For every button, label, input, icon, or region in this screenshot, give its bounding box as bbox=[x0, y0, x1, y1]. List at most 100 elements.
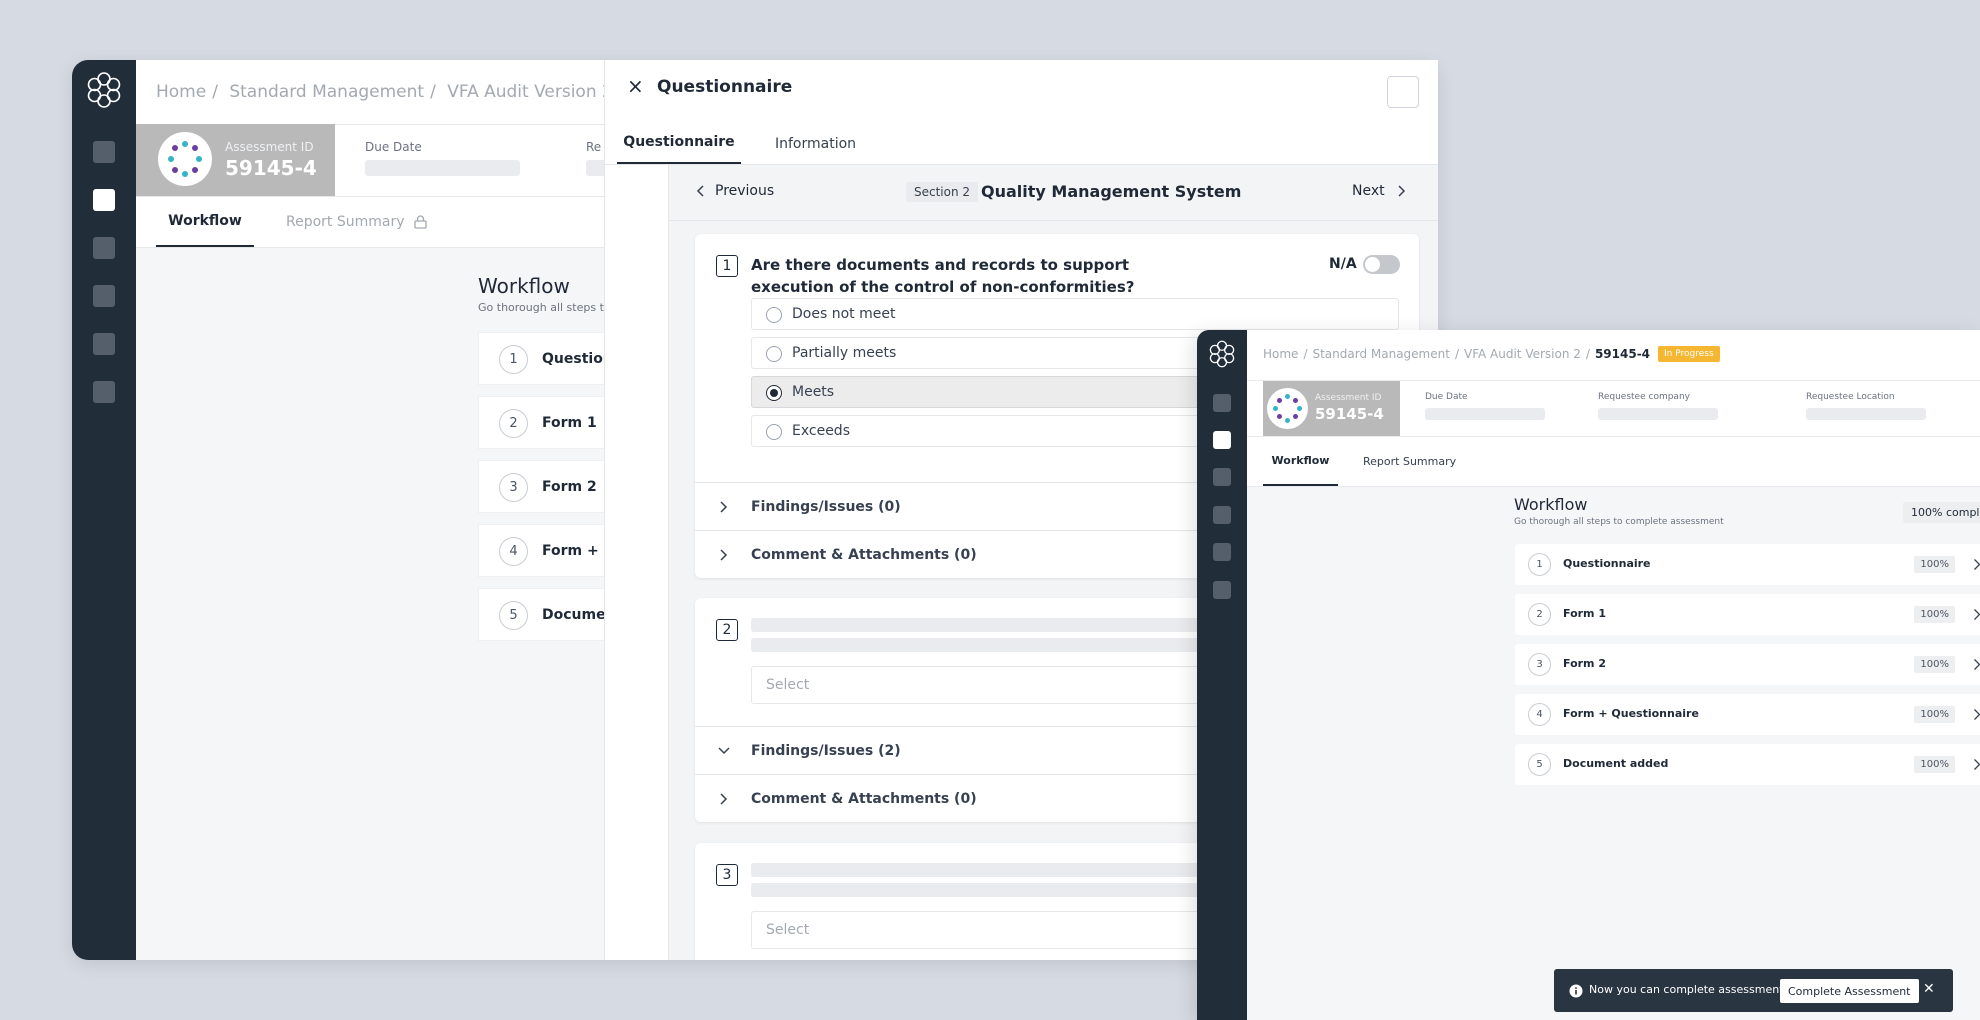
nav-item-1[interactable] bbox=[93, 141, 115, 163]
breadcrumb-audit[interactable]: VFA Audit Version 2 bbox=[447, 82, 613, 102]
step-label: Form 1 bbox=[542, 415, 597, 431]
nav-item-5[interactable] bbox=[93, 333, 115, 355]
requestee-location-label: Requestee Location bbox=[1806, 392, 1895, 402]
assessment-id-label: Assessment ID bbox=[225, 140, 314, 154]
question-number: 2 bbox=[716, 619, 738, 641]
nav-item-5[interactable] bbox=[1213, 543, 1231, 561]
sidebar bbox=[72, 60, 136, 960]
assessment-id-label: Assessment ID bbox=[1315, 393, 1382, 403]
workflow-step[interactable]: 2 Form 1 100% bbox=[1515, 594, 1980, 635]
breadcrumb-audit[interactable]: VFA Audit Version 2 bbox=[1464, 347, 1581, 361]
chevron-right-icon bbox=[1974, 559, 1980, 570]
nav-item-2[interactable] bbox=[1213, 431, 1231, 449]
step-number: 5 bbox=[499, 601, 528, 630]
close-icon[interactable]: × bbox=[627, 74, 644, 98]
breadcrumb-home[interactable]: Home bbox=[1263, 347, 1298, 361]
chevron-right-icon bbox=[720, 501, 728, 513]
tab-report-summary-label: Report Summary bbox=[286, 214, 405, 230]
chevron-right-icon bbox=[720, 549, 728, 561]
step-number: 5 bbox=[1528, 753, 1551, 776]
workflow-step[interactable]: 2 Form 1 bbox=[478, 396, 618, 449]
step-number: 3 bbox=[1528, 653, 1551, 676]
comments-label: Comment & Attachments (0) bbox=[751, 546, 977, 563]
info-icon bbox=[1569, 984, 1583, 998]
workflow-subtitle: Go thorough all steps to bbox=[478, 301, 611, 314]
assessment-id-card: Assessment ID 59145-4 bbox=[136, 124, 335, 196]
workflow-step[interactable]: 4 Form + Questionnaire 100% bbox=[1515, 694, 1980, 735]
chevron-left-icon bbox=[696, 185, 704, 197]
nav-item-1[interactable] bbox=[1213, 394, 1231, 412]
workflow-subtitle: Go thorough all steps to complete assess… bbox=[1514, 517, 1724, 527]
workflow-step[interactable]: 1 Questionn bbox=[478, 332, 623, 385]
requestee-location-placeholder bbox=[1806, 408, 1926, 420]
chevron-right-icon bbox=[1974, 609, 1980, 620]
panel-action-box[interactable] bbox=[1387, 76, 1419, 108]
answer-option-label: Meets bbox=[792, 384, 835, 400]
due-date-placeholder bbox=[365, 160, 520, 176]
nav-item-4[interactable] bbox=[1213, 506, 1231, 524]
step-label: Form + Questionnaire bbox=[1563, 707, 1699, 720]
section-tag: Section 2 bbox=[906, 182, 979, 202]
comments-label: Comment & Attachments (0) bbox=[751, 790, 977, 807]
step-number: 1 bbox=[1528, 553, 1551, 576]
workflow-step[interactable]: 4 Form + Qu bbox=[478, 524, 625, 577]
tab-questionnaire[interactable]: Questionnaire bbox=[617, 122, 741, 165]
assessment-id-value: 59145-4 bbox=[225, 156, 317, 180]
close-icon[interactable]: ✕ bbox=[1923, 981, 1935, 997]
toast-notification: Now you can complete assessment Complete… bbox=[1554, 969, 1953, 1012]
step-label: Form 2 bbox=[1563, 657, 1606, 670]
due-date-label: Due Date bbox=[1425, 392, 1468, 402]
answer-option-label: Exceeds bbox=[792, 423, 850, 439]
breadcrumb-standard-management[interactable]: Standard Management bbox=[229, 82, 424, 102]
assessment-id-value: 59145-4 bbox=[1315, 405, 1384, 423]
step-number: 2 bbox=[499, 409, 528, 438]
step-percent: 100% bbox=[1914, 556, 1955, 573]
complete-assessment-button[interactable]: Complete Assessment bbox=[1780, 979, 1919, 1003]
chevron-right-icon bbox=[1398, 185, 1405, 197]
sidebar bbox=[1197, 330, 1247, 1020]
workflow-title: Workflow bbox=[1514, 495, 1588, 514]
breadcrumb-standard-management[interactable]: Standard Management bbox=[1312, 347, 1449, 361]
question-number: 3 bbox=[716, 864, 738, 886]
findings-label: Findings/Issues (0) bbox=[751, 498, 901, 515]
previous-button[interactable]: Previous bbox=[695, 183, 774, 199]
step-percent: 100% bbox=[1914, 756, 1955, 773]
nav-item-3[interactable] bbox=[93, 237, 115, 259]
na-label: N/A bbox=[1329, 256, 1357, 272]
step-label: Form 2 bbox=[542, 479, 597, 495]
chevron-right-icon bbox=[1974, 709, 1980, 720]
chevron-right-icon bbox=[1974, 659, 1980, 670]
section-nav: Previous Section 2 Quality Management Sy… bbox=[669, 165, 1438, 221]
workflow-step[interactable]: 5 Document bbox=[478, 588, 622, 641]
tab-report-summary[interactable]: Report Summary bbox=[1363, 437, 1456, 486]
workflow-step[interactable]: 1 Questionnaire 100% bbox=[1515, 544, 1980, 585]
tab-report-summary[interactable]: Report Summary bbox=[286, 196, 427, 248]
nav-item-2[interactable] bbox=[93, 189, 115, 211]
tab-workflow[interactable]: Workflow bbox=[1263, 437, 1338, 486]
step-label: Form 1 bbox=[1563, 607, 1606, 620]
workflow-title: Workflow bbox=[478, 274, 570, 298]
question-text: Are there documents and records to suppo… bbox=[751, 256, 1135, 296]
next-button[interactable]: Next bbox=[1352, 183, 1407, 199]
workflow-step[interactable]: 3 Form 2 bbox=[478, 460, 618, 513]
na-toggle[interactable] bbox=[1363, 255, 1400, 274]
previous-label: Previous bbox=[715, 183, 775, 199]
nav-item-3[interactable] bbox=[1213, 468, 1231, 486]
step-label: Questionnaire bbox=[1563, 557, 1651, 570]
step-percent: 100% bbox=[1914, 606, 1955, 623]
step-number: 1 bbox=[499, 345, 528, 374]
nav-item-4[interactable] bbox=[93, 285, 115, 307]
nav-item-6[interactable] bbox=[1213, 581, 1231, 599]
breadcrumb-home[interactable]: Home bbox=[156, 82, 206, 102]
lock-icon bbox=[413, 215, 427, 229]
nav-item-6[interactable] bbox=[93, 381, 115, 403]
breadcrumb-current: 59145-4 bbox=[1594, 347, 1651, 361]
chevron-down-icon bbox=[718, 747, 730, 755]
answer-option[interactable]: Does not meet bbox=[751, 298, 1399, 330]
workflow-step[interactable]: 5 Document added 100% bbox=[1515, 744, 1980, 785]
workflow-step[interactable]: 3 Form 2 100% bbox=[1515, 644, 1980, 685]
tab-information[interactable]: Information bbox=[775, 122, 856, 165]
tab-bar bbox=[1247, 437, 1980, 487]
tab-workflow[interactable]: Workflow bbox=[156, 196, 254, 248]
requestee-label: Re bbox=[586, 140, 602, 154]
